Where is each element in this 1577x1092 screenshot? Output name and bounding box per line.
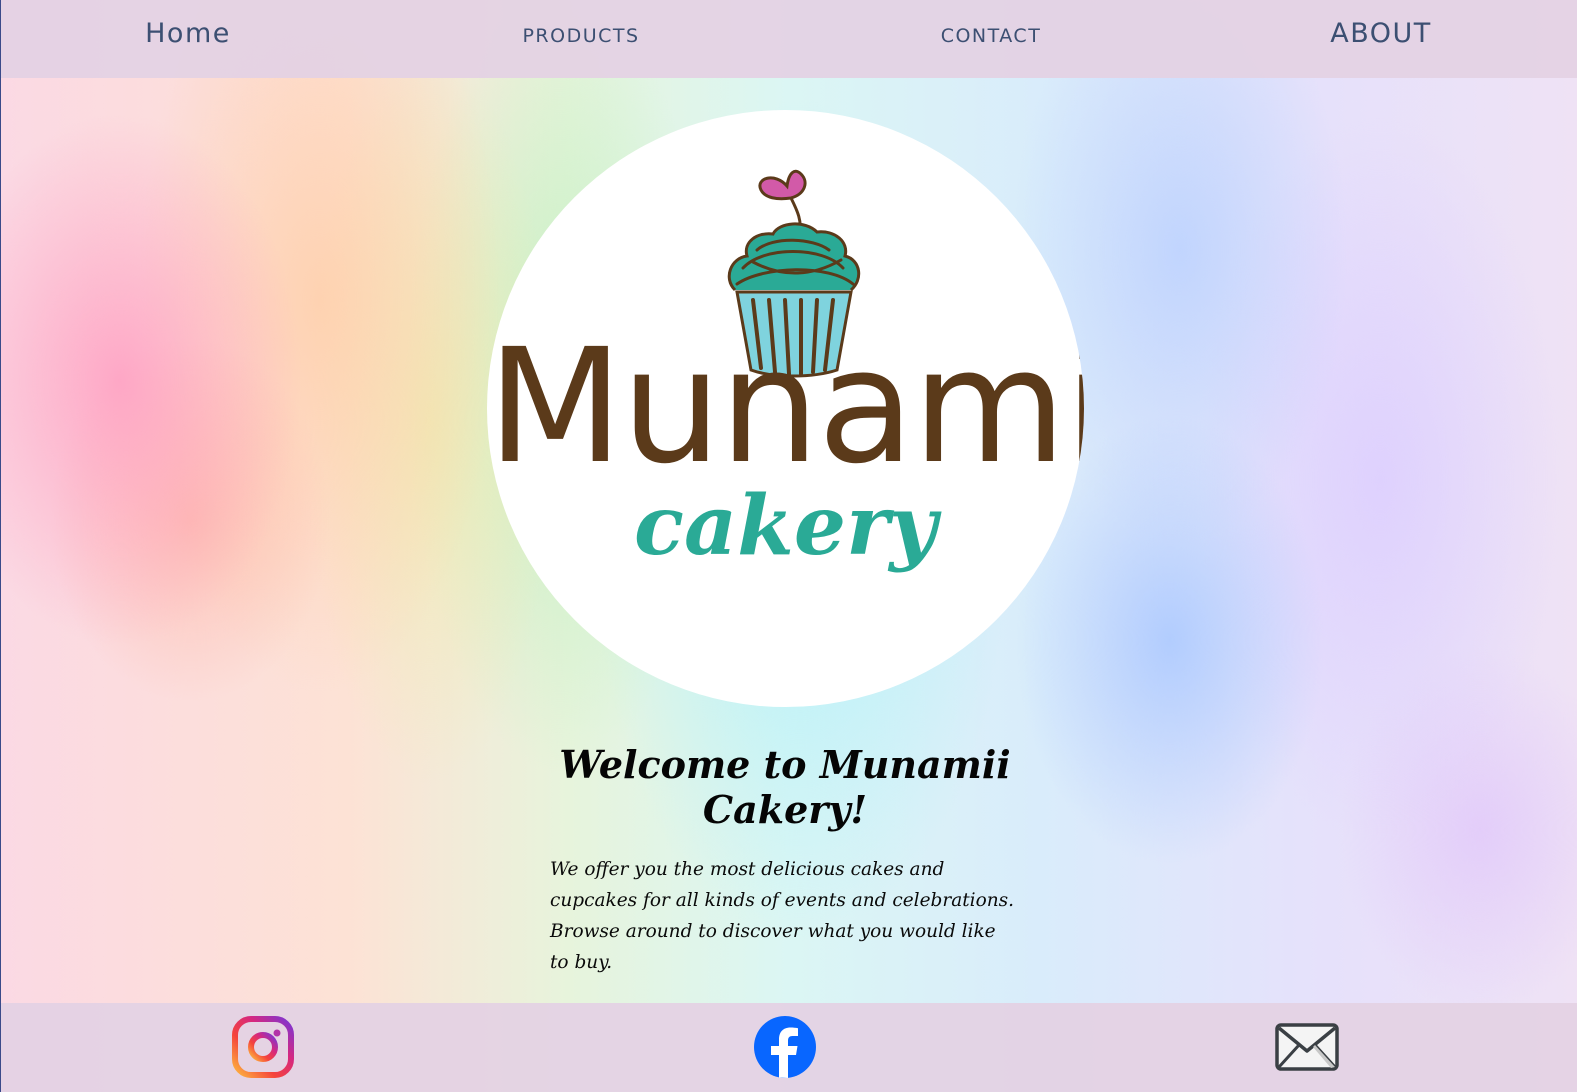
nav-link-home[interactable]: Home — [145, 18, 231, 49]
top-navigation: Home PRODUCTS CONTACT ABOUT — [1, 0, 1577, 78]
welcome-heading: Welcome to Munamii Cakery! — [559, 742, 1011, 832]
welcome-paragraph: We offer you the most delicious cakes an… — [550, 859, 1015, 973]
facebook-link[interactable] — [753, 1015, 817, 1079]
logo-brand-name: Munamii — [487, 315, 1084, 499]
facebook-icon — [754, 1016, 816, 1078]
logo: Munamii cakery — [487, 110, 1084, 707]
footer — [1, 1003, 1577, 1092]
nav-link-products[interactable]: PRODUCTS — [522, 18, 639, 49]
logo-brand-subtitle: cakery — [634, 478, 937, 574]
mail-icon — [1275, 1023, 1339, 1071]
mail-link[interactable] — [1275, 1015, 1339, 1079]
instagram-icon — [232, 1016, 294, 1078]
nav-link-contact[interactable]: CONTACT — [941, 18, 1042, 49]
nav-link-about[interactable]: ABOUT — [1330, 18, 1432, 49]
instagram-link[interactable] — [231, 1015, 295, 1079]
